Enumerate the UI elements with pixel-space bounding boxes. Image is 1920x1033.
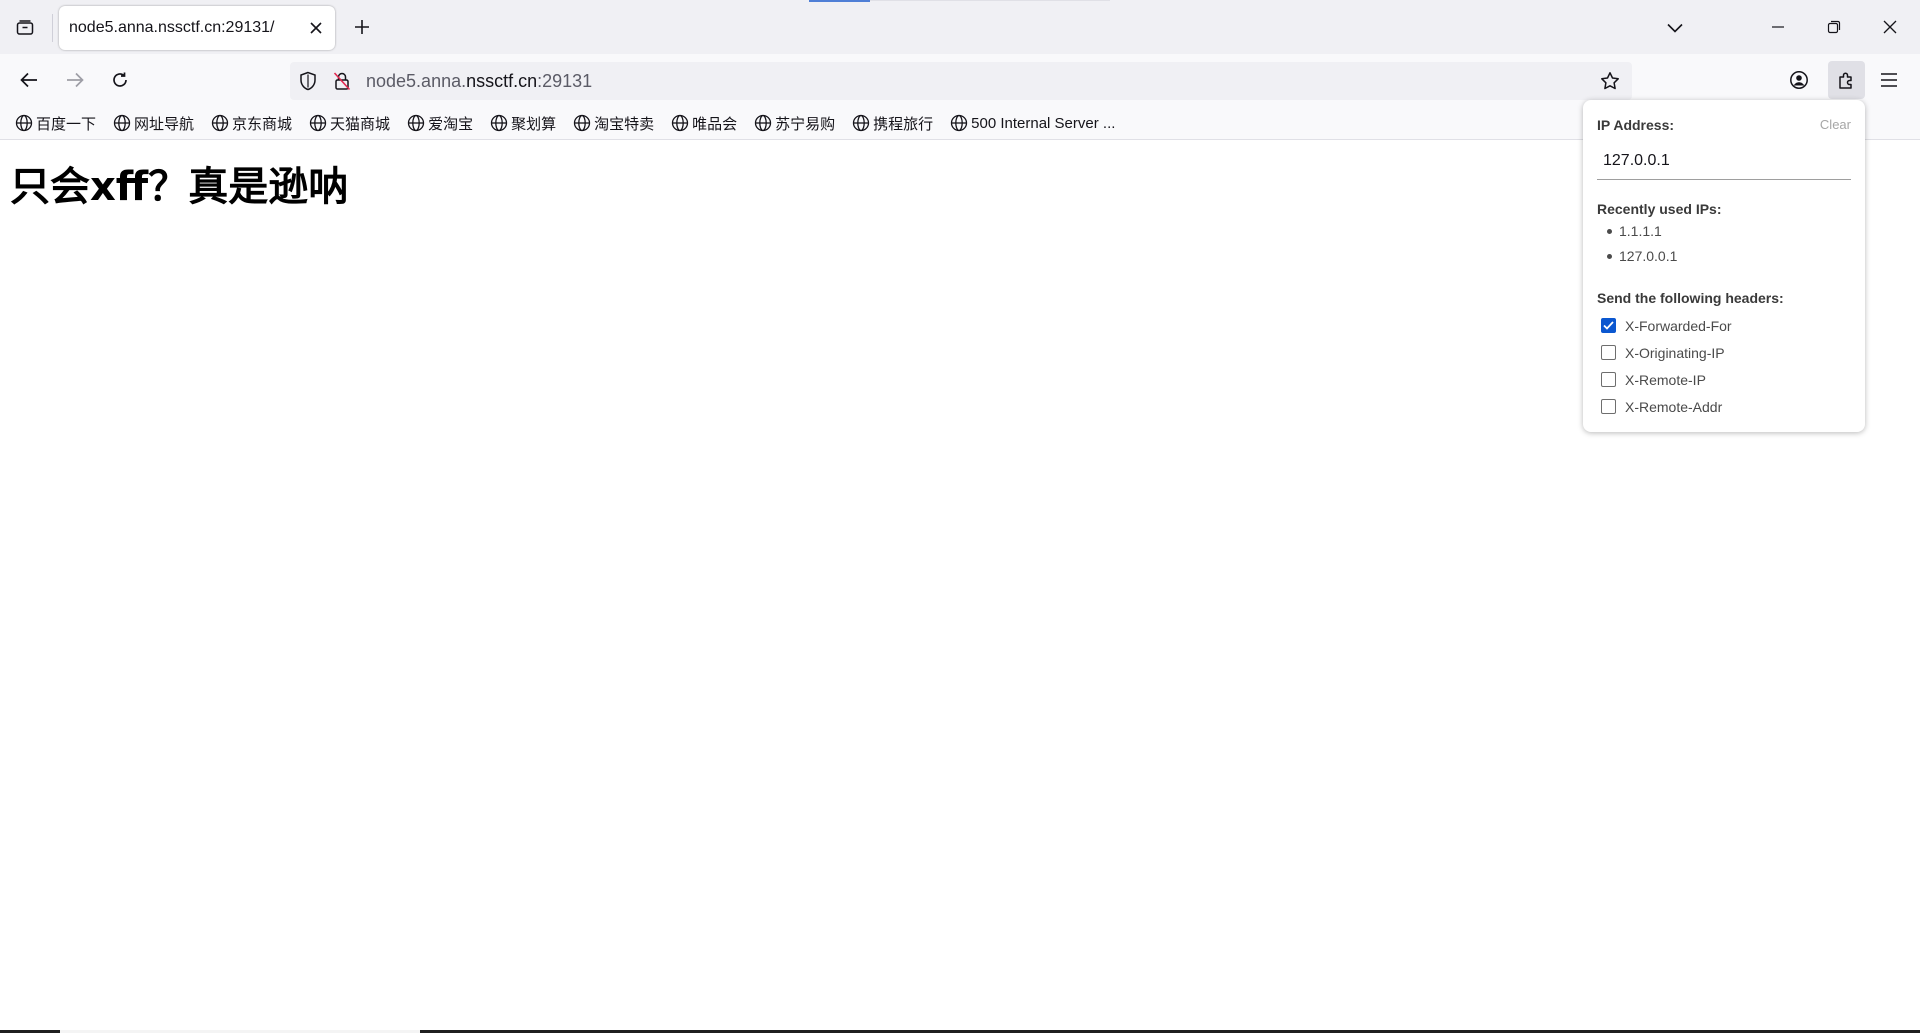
bookmark-label: 爱淘宝: [428, 115, 474, 133]
url-port: :29131: [537, 71, 593, 91]
close-icon: [1883, 20, 1897, 34]
ip-address-input[interactable]: [1597, 142, 1851, 180]
bookmark-label: 网址导航: [134, 115, 195, 133]
globe-icon: [406, 113, 426, 133]
bookmark-label: 天猫商城: [330, 115, 391, 133]
bookmark-label: 淘宝特卖: [594, 115, 655, 133]
bookmark-label: 京东商城: [232, 115, 293, 133]
loading-indicator: [809, 0, 870, 2]
checkbox-checked[interactable]: [1601, 318, 1616, 333]
header-option-label: X-Remote-Addr: [1625, 398, 1723, 415]
bookmark-item[interactable]: 网址导航: [112, 112, 198, 134]
arrow-left-icon: [20, 72, 38, 88]
globe-icon: [949, 113, 969, 133]
recent-ips-label: Recently used IPs:: [1597, 201, 1722, 217]
restore-button[interactable]: [1816, 10, 1852, 44]
bookmark-item[interactable]: 携程旅行: [851, 112, 937, 134]
url-host: nssctf.cn: [466, 71, 538, 91]
chevron-down-icon: [1667, 23, 1683, 33]
header-option-x-originating-ip[interactable]: X-Originating-IP: [1601, 339, 1732, 366]
bookmark-label: 500 Internal Server ...: [971, 114, 1116, 132]
tab-list-button[interactable]: [10, 13, 40, 43]
bookmark-label: 聚划算: [511, 115, 557, 133]
globe-icon: [210, 113, 230, 133]
bookmark-item[interactable]: 爱淘宝: [406, 112, 477, 134]
minimize-icon: [1771, 20, 1785, 34]
puzzle-icon: [1837, 70, 1857, 90]
bookmark-label: 苏宁易购: [775, 115, 836, 133]
header-option-x-forwarded-for[interactable]: X-Forwarded-For: [1601, 312, 1732, 339]
tab-title: node5.anna.nssctf.cn:29131/: [69, 19, 275, 36]
restore-icon: [1827, 20, 1841, 34]
account-icon: [1789, 70, 1809, 90]
ip-address-label: IP Address:: [1597, 117, 1675, 133]
checkbox-unchecked[interactable]: [1601, 399, 1616, 414]
globe-icon: [753, 113, 773, 133]
bookmark-item[interactable]: 500 Internal Server ...: [949, 112, 1119, 134]
page-heading: 只会xff？真是逊呐: [10, 164, 349, 210]
url-bar[interactable]: node5.anna.nssctf.cn:29131: [290, 62, 1632, 100]
back-button[interactable]: [12, 63, 46, 97]
globe-icon: [489, 113, 509, 133]
bookmark-item[interactable]: 唯品会: [670, 112, 741, 134]
app-menu-button[interactable]: [1872, 63, 1906, 97]
globe-icon: [14, 113, 34, 133]
globe-icon: [572, 113, 592, 133]
xff-extension-popup: IP Address: Clear Recently used IPs: 1.1…: [1583, 100, 1865, 432]
close-icon[interactable]: [307, 19, 325, 37]
navigation-toolbar: node5.anna.nssctf.cn:29131: [0, 54, 1920, 106]
url-text[interactable]: node5.anna.nssctf.cn:29131: [366, 71, 592, 92]
arrow-right-icon: [66, 72, 84, 88]
hamburger-menu-icon: [1880, 72, 1898, 88]
bookmark-label: 唯品会: [692, 115, 738, 133]
checkbox-unchecked[interactable]: [1601, 372, 1616, 387]
header-options: X-Forwarded-For X-Originating-IP X-Remot…: [1601, 312, 1732, 420]
bookmark-label: 百度一下: [36, 115, 97, 133]
recent-ip-item[interactable]: 127.0.0.1: [1605, 247, 1677, 272]
header-option-label: X-Remote-IP: [1625, 371, 1706, 388]
new-tab-button[interactable]: [348, 13, 376, 41]
minimize-button[interactable]: [1760, 10, 1796, 44]
bookmark-item[interactable]: 苏宁易购: [753, 112, 839, 134]
bookmark-label: 携程旅行: [873, 115, 934, 133]
header-option-x-remote-ip[interactable]: X-Remote-IP: [1601, 366, 1732, 393]
star-icon: [1600, 71, 1620, 91]
globe-icon: [308, 113, 328, 133]
header-option-label: X-Forwarded-For: [1625, 317, 1732, 334]
header-option-x-remote-addr[interactable]: X-Remote-Addr: [1601, 393, 1732, 420]
bookmark-item[interactable]: 京东商城: [210, 112, 296, 134]
reload-button[interactable]: [103, 63, 137, 97]
globe-icon: [851, 113, 871, 133]
globe-icon: [112, 113, 132, 133]
checkbox-unchecked[interactable]: [1601, 345, 1616, 360]
bookmark-item[interactable]: 淘宝特卖: [572, 112, 658, 134]
plus-icon: [354, 19, 370, 35]
bookmark-item[interactable]: 天猫商城: [308, 112, 394, 134]
clear-button[interactable]: Clear: [1820, 117, 1851, 132]
account-button[interactable]: [1782, 63, 1816, 97]
forward-button[interactable]: [58, 63, 92, 97]
shield-icon[interactable]: [298, 71, 318, 91]
close-window-button[interactable]: [1872, 10, 1908, 44]
bookmark-star-button[interactable]: [1596, 67, 1624, 95]
recent-ip-item[interactable]: 1.1.1.1: [1605, 222, 1677, 247]
tab-active[interactable]: node5.anna.nssctf.cn:29131/: [59, 6, 335, 50]
recent-ip-list: 1.1.1.1 127.0.0.1: [1605, 222, 1677, 272]
bookmark-item[interactable]: 聚划算: [489, 112, 560, 134]
extensions-button[interactable]: [1828, 61, 1865, 99]
header-option-label: X-Originating-IP: [1625, 344, 1725, 361]
bookmark-list: 百度一下 网址导航 京东商城 天猫商城 爱淘宝 聚划算 淘宝特卖 唯品会 苏宁易…: [14, 112, 1131, 134]
globe-icon: [670, 113, 690, 133]
insecure-lock-icon[interactable]: [332, 71, 352, 91]
reload-icon: [111, 71, 129, 89]
headers-label: Send the following headers:: [1597, 290, 1784, 306]
list-all-tabs-button[interactable]: [1660, 13, 1690, 43]
bookmark-item[interactable]: 百度一下: [14, 112, 100, 134]
tab-divider: [52, 14, 53, 42]
url-prefix: node5.anna.: [366, 71, 467, 91]
tab-list-icon: [15, 18, 35, 38]
tab-strip: node5.anna.nssctf.cn:29131/: [0, 0, 1920, 54]
loading-track: [870, 0, 1110, 1]
